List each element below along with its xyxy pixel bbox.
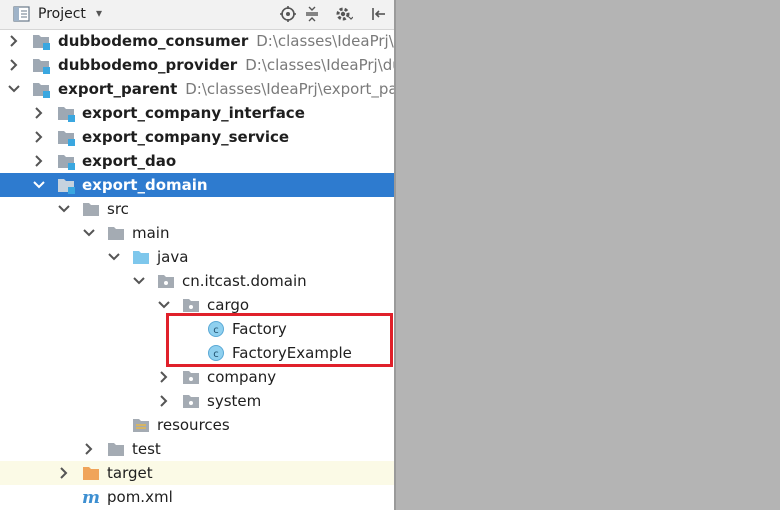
chevron-right-icon[interactable] xyxy=(156,393,172,409)
tree-item-main[interactable]: main xyxy=(0,221,394,245)
tree-item-resources[interactable]: resources xyxy=(0,413,394,437)
tree-item-label: cargo xyxy=(207,296,250,314)
chevron-down-icon[interactable] xyxy=(106,249,122,265)
tree-item-label: main xyxy=(132,224,170,242)
module-folder-icon xyxy=(33,83,50,98)
panel-divider[interactable] xyxy=(394,0,396,510)
tree-item-label: export_company_interface xyxy=(82,104,305,122)
chevron-down-icon[interactable] xyxy=(131,273,147,289)
module-folder-icon xyxy=(58,131,75,146)
chevron-right-icon[interactable] xyxy=(156,369,172,385)
tree-item-export-dao[interactable]: export_dao xyxy=(0,149,394,173)
chevron-right-icon[interactable] xyxy=(56,465,72,481)
tree-item-label: dubbodemo_provider xyxy=(58,56,238,74)
tree-item-system[interactable]: system xyxy=(0,389,394,413)
tree-item-label: java xyxy=(157,248,189,266)
resources-folder-icon xyxy=(133,419,149,432)
chevron-right-icon[interactable] xyxy=(31,153,47,169)
tree-item-export-company-service[interactable]: export_company_service xyxy=(0,125,394,149)
collapse-all-icon[interactable] xyxy=(302,4,322,24)
tree-item-export-parent[interactable]: export_parent D:\classes\IdeaPrj\export_p… xyxy=(0,77,394,101)
tree-item-label: company xyxy=(207,368,277,386)
chevron-down-icon[interactable] xyxy=(156,297,172,313)
module-folder-icon xyxy=(58,107,75,122)
project-panel-header: Project ▾ xyxy=(0,0,394,30)
chevron-down-icon[interactable] xyxy=(31,177,47,193)
view-dropdown-icon[interactable]: ▾ xyxy=(96,6,102,20)
tree-item-dubbodemo-provider[interactable]: dubbodemo_provider D:\classes\IdeaPrj\dub… xyxy=(0,53,394,77)
tree-item-label: src xyxy=(107,200,129,218)
source-folder-icon xyxy=(133,251,149,264)
svg-text:m: m xyxy=(82,488,100,506)
tree-item-dubbodemo-consumer[interactable]: dubbodemo_consumer D:\classes\IdeaPrj\dub… xyxy=(0,29,394,53)
tree-item-label: pom.xml xyxy=(107,488,173,506)
chevron-right-icon[interactable] xyxy=(31,105,47,121)
tree-item-label: export_company_service xyxy=(82,128,290,146)
tree-item-label: resources xyxy=(157,416,230,434)
chevron-right-icon[interactable] xyxy=(31,129,47,145)
module-folder-icon xyxy=(58,155,75,170)
chevron-right-icon[interactable] xyxy=(6,33,22,49)
tree-item-path: D:\classes\IdeaPrj\export_parent xyxy=(185,80,394,98)
tree-item-label: system xyxy=(207,392,262,410)
folder-icon xyxy=(108,443,124,456)
package-icon xyxy=(158,275,174,288)
chevron-down-icon[interactable] xyxy=(56,201,72,217)
tree-item-path: D:\classes\IdeaPrj\dubbodemo_provider xyxy=(245,56,394,74)
chevron-down-icon[interactable] xyxy=(6,81,22,97)
chevron-right-icon[interactable] xyxy=(6,57,22,73)
excluded-folder-icon xyxy=(83,467,99,480)
tree-item-cn-itcast-domain[interactable]: cn.itcast.domain xyxy=(0,269,394,293)
tree-item-label: target xyxy=(107,464,153,482)
project-view-title[interactable]: Project xyxy=(38,6,86,22)
module-folder-icon xyxy=(33,35,50,50)
tree-item-export-domain[interactable]: export_domain xyxy=(0,173,394,197)
chevron-down-icon[interactable] xyxy=(81,225,97,241)
hide-panel-icon[interactable] xyxy=(368,4,388,24)
locate-icon[interactable] xyxy=(278,4,298,24)
tree-item-src[interactable]: src xyxy=(0,197,394,221)
tree-item-company[interactable]: company xyxy=(0,365,394,389)
tree-item-java[interactable]: java xyxy=(0,245,394,269)
tree-item-test[interactable]: test xyxy=(0,437,394,461)
tree-item-label: test xyxy=(132,440,161,458)
tree-item-target[interactable]: target xyxy=(0,461,394,485)
tree-item-label: export_domain xyxy=(82,176,208,194)
project-panel: Project ▾ dubbodemo_consumer D:\classes\I… xyxy=(0,0,394,510)
chevron-right-icon[interactable] xyxy=(81,441,97,457)
tree-item-pom-xml[interactable]: m pom.xml xyxy=(0,485,394,509)
module-folder-icon xyxy=(33,59,50,74)
package-icon xyxy=(183,299,199,312)
tree-item-export-company-interface[interactable]: export_company_interface xyxy=(0,101,394,125)
package-icon xyxy=(183,395,199,408)
tree-item-label: cn.itcast.domain xyxy=(182,272,307,290)
tree-item-label: dubbodemo_consumer xyxy=(58,32,249,50)
folder-icon xyxy=(108,227,124,240)
highlight-box xyxy=(166,313,393,367)
folder-icon xyxy=(83,203,99,216)
tree-item-label: export_dao xyxy=(82,152,177,170)
module-folder-icon xyxy=(58,179,75,194)
tree-item-path: D:\classes\IdeaPrj\dubbodemo_consumer xyxy=(256,32,394,50)
gear-icon[interactable] xyxy=(334,4,354,24)
tree-item-label: export_parent xyxy=(58,80,178,98)
project-view-icon xyxy=(13,6,30,22)
maven-icon: m xyxy=(82,488,100,506)
package-icon xyxy=(183,371,199,384)
